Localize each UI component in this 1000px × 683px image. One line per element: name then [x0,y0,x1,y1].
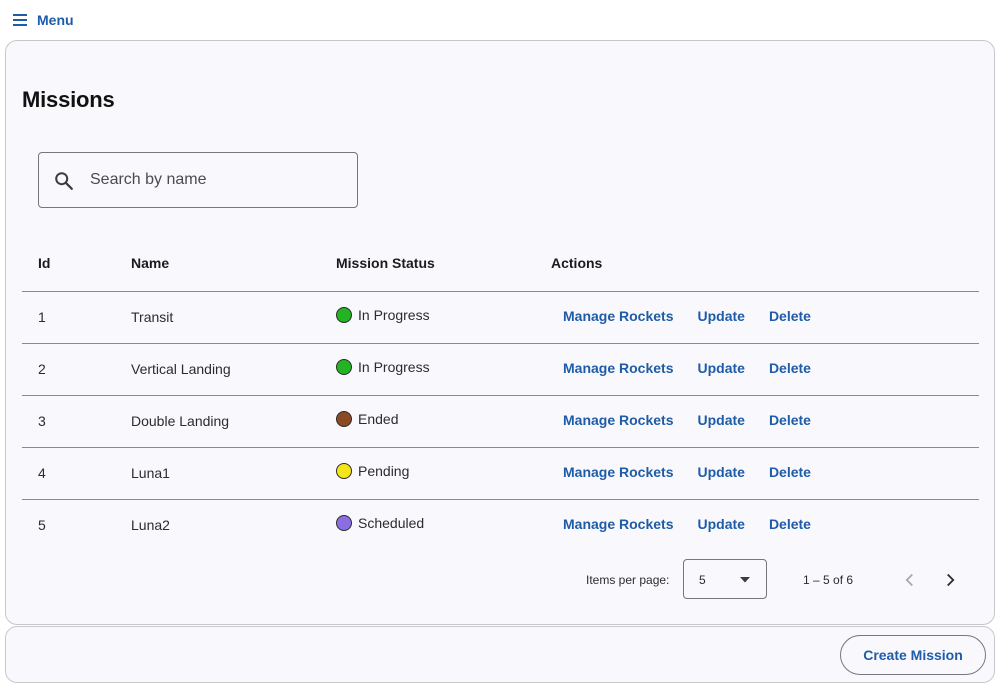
update-button[interactable]: Update [697,308,744,324]
page-range-label: 1 – 5 of 6 [803,573,854,587]
update-button[interactable]: Update [697,516,744,532]
cell-name: Double Landing [131,413,230,429]
cell-status: In Progress [336,307,430,323]
table-row: 5 Luna2 Scheduled Manage Rockets Update … [22,500,979,552]
manage-rockets-button[interactable]: Manage Rockets [563,360,673,376]
cell-name: Luna1 [131,465,170,481]
cell-id: 1 [38,309,46,325]
create-mission-button[interactable]: Create Mission [840,635,986,675]
table-row: 3 Double Landing Ended Manage Rockets Up… [22,396,979,448]
row-actions: Manage Rockets Update Delete [563,464,811,480]
previous-page-icon[interactable] [899,569,921,591]
status-label: Scheduled [358,515,425,531]
table-body: 1 Transit In Progress Manage Rockets Upd… [22,292,979,552]
page-title: Missions [22,87,115,112]
cell-id: 2 [38,361,46,377]
status-label: Ended [358,411,399,427]
status-label: In Progress [358,307,430,323]
delete-button[interactable]: Delete [769,464,811,480]
items-per-page-label: Items per page: [586,573,670,587]
update-button[interactable]: Update [697,464,744,480]
search-input[interactable] [90,153,350,207]
cell-status: Scheduled [336,515,424,531]
manage-rockets-button[interactable]: Manage Rockets [563,516,673,532]
cell-id: 4 [38,465,46,481]
cell-status: Ended [336,411,398,427]
cell-id: 3 [38,413,46,429]
status-dot-icon [336,307,352,323]
delete-button[interactable]: Delete [769,516,811,532]
update-button[interactable]: Update [697,412,744,428]
search-field[interactable] [38,152,358,208]
column-header-id[interactable]: Id [38,255,50,271]
update-button[interactable]: Update [697,360,744,376]
status-dot-icon [336,463,352,479]
row-actions: Manage Rockets Update Delete [563,412,811,428]
delete-button[interactable]: Delete [769,412,811,428]
menu-button[interactable]: Menu [12,10,74,30]
row-actions: Manage Rockets Update Delete [563,360,811,376]
footer-card: Create Mission [5,626,995,683]
cell-name: Transit [131,309,174,325]
paginator: Items per page: 5 1 – 5 of 6 [6,559,996,599]
cell-name: Vertical Landing [131,361,231,377]
next-page-icon[interactable] [939,569,961,591]
manage-rockets-button[interactable]: Manage Rockets [563,412,673,428]
row-actions: Manage Rockets Update Delete [563,308,811,324]
manage-rockets-button[interactable]: Manage Rockets [563,308,673,324]
column-header-actions: Actions [551,255,603,271]
missions-card: Missions Id Name Mission Status Actions … [5,40,995,625]
status-label: Pending [358,463,410,479]
row-actions: Manage Rockets Update Delete [563,516,811,532]
status-dot-icon [336,411,352,427]
items-per-page-select[interactable]: 5 [683,559,767,599]
column-header-name[interactable]: Name [131,255,169,271]
delete-button[interactable]: Delete [769,308,811,324]
cell-status: Pending [336,463,409,479]
items-per-page-value: 5 [699,573,706,587]
delete-button[interactable]: Delete [769,360,811,376]
status-label: In Progress [358,359,430,375]
column-header-status[interactable]: Mission Status [336,255,435,271]
menu-label: Menu [37,12,74,28]
search-icon [55,172,73,190]
hamburger-menu-icon [13,14,27,26]
table-row: 1 Transit In Progress Manage Rockets Upd… [22,292,979,344]
missions-table: Id Name Mission Status Actions 1 Transit… [22,241,979,552]
status-dot-icon [336,359,352,375]
cell-id: 5 [38,517,46,533]
cell-status: In Progress [336,359,430,375]
table-header: Id Name Mission Status Actions [22,241,979,292]
status-dot-icon [336,515,352,531]
cell-name: Luna2 [131,517,170,533]
table-row: 2 Vertical Landing In Progress Manage Ro… [22,344,979,396]
manage-rockets-button[interactable]: Manage Rockets [563,464,673,480]
dropdown-arrow-icon [740,577,750,583]
table-row: 4 Luna1 Pending Manage Rockets Update De… [22,448,979,500]
